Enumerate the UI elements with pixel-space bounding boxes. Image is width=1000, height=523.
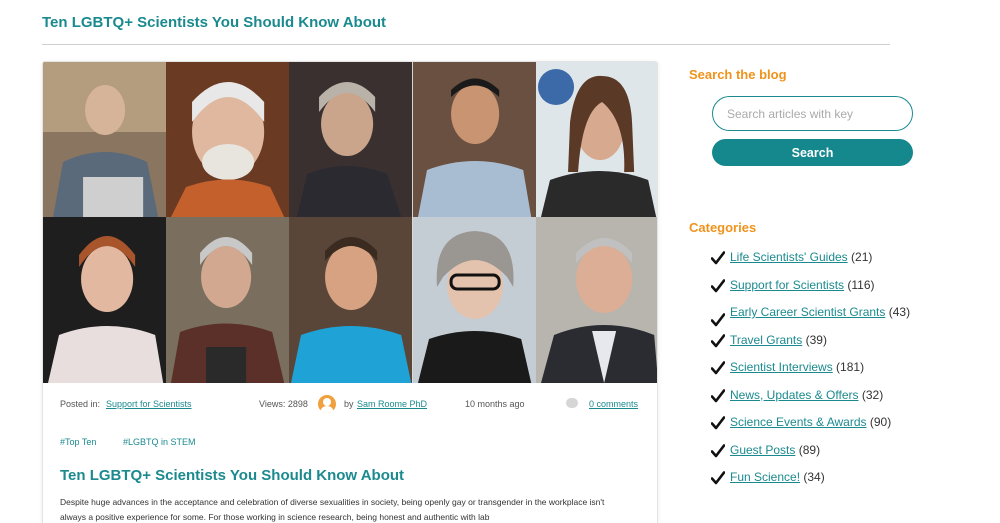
checkmark-icon [711,278,725,292]
category-link[interactable]: Fun Science! [730,470,800,484]
search-heading: Search the blog [689,67,787,82]
checkmark-icon [711,333,725,347]
portrait-photo [535,62,657,217]
post-time: 10 months ago [465,399,525,409]
checkmark-icon [711,443,725,457]
author-avatar-icon [318,395,336,413]
category-list: Life Scientists' Guides (21) Support for… [711,249,911,497]
category-item: News, Updates & Offers (32) [711,387,911,404]
author-link[interactable]: Sam Roome PhD [357,399,427,409]
posted-in-label: Posted in: [60,399,101,409]
category-count: (116) [847,277,875,292]
category-link[interactable]: Early Career Scientist Grants [730,305,885,319]
post-card: Posted in: Support for Scientists Views:… [42,61,658,523]
checkmark-icon [711,416,725,430]
category-link[interactable]: Scientist Interviews [730,360,833,374]
checkmark-icon [711,388,725,402]
category-item: Guest Posts (89) [711,442,911,459]
category-item: Life Scientists' Guides (21) [711,249,911,266]
category-link[interactable]: Support for Scientists [730,278,844,292]
category-count: (32) [861,387,884,402]
category-item: Travel Grants (39) [711,332,911,349]
categories-heading: Categories [689,220,757,235]
category-item: Fun Science! (34) [711,469,911,486]
category-count: (21) [851,250,873,264]
post-title[interactable]: Ten LGBTQ+ Scientists You Should Know Ab… [60,467,404,484]
checkmark-icon [711,251,725,265]
category-count: (43) [888,305,911,319]
comments-link[interactable]: 0 comments [589,399,638,409]
category-link[interactable]: Travel Grants [730,333,802,347]
category-item: Early Career Scientist Grants (43) [711,304,911,327]
category-count: (89) [798,442,821,457]
portrait-photo [43,62,167,217]
post-category-link[interactable]: Support for Scientists [106,399,192,409]
category-item: Scientist Interviews (181) [711,359,911,376]
featured-image[interactable] [43,62,657,383]
portrait-photo [43,217,167,383]
category-link[interactable]: Science Events & Awards [730,415,867,429]
tag-link[interactable]: #LGBTQ in STEM [123,437,196,447]
category-link[interactable]: News, Updates & Offers [730,388,859,402]
page-title: Ten LGBTQ+ Scientists You Should Know Ab… [42,14,387,31]
portrait-photo [166,217,290,383]
comment-icon [566,398,578,408]
checkmark-icon [711,313,725,327]
category-link[interactable]: Life Scientists' Guides [730,250,848,264]
title-divider [42,44,890,45]
portrait-photo [412,62,536,217]
category-count: (34) [803,470,825,484]
portrait-photo [412,217,536,383]
search-input[interactable] [712,96,913,131]
category-item: Support for Scientists (116) [711,277,911,294]
post-excerpt: Despite huge advances in the acceptance … [60,497,605,522]
portrait-photo [289,62,413,217]
checkmark-icon [711,471,725,485]
checkmark-icon [711,361,725,375]
tag-link[interactable]: #Top Ten [60,437,96,447]
category-count: (90) [869,415,892,429]
portrait-photo [289,217,413,383]
category-link[interactable]: Guest Posts [730,443,795,457]
portrait-photo [535,217,657,383]
portrait-photo [166,62,290,217]
category-count: (39) [805,332,827,347]
category-item: Science Events & Awards (90) [711,414,911,431]
search-button[interactable]: Search [712,139,913,166]
by-label: by [344,399,354,409]
views-count: Views: 2898 [259,399,308,409]
category-count: (181) [836,360,865,374]
